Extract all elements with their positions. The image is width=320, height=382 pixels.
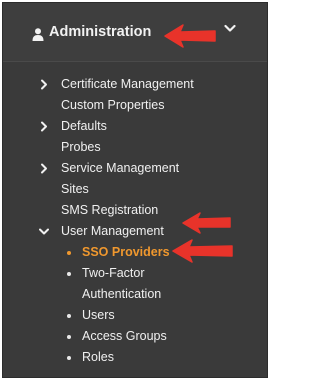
chevron-right-icon [41, 121, 47, 132]
menu-item-service-management[interactable]: Service Management [3, 158, 267, 179]
chevron-down-icon[interactable] [224, 24, 236, 34]
chevron-right-icon [41, 79, 47, 90]
menu-item-user-management[interactable]: User Management [3, 221, 267, 242]
admin-sidebar-panel: Administration Certificate Management Cu… [2, 2, 268, 378]
menu-item-sms-registration[interactable]: SMS Registration [3, 200, 267, 221]
submenu-item-label: Access Groups [82, 329, 167, 343]
menu-item-label: SMS Registration [61, 203, 159, 217]
menu-item-certificate-management[interactable]: Certificate Management [3, 74, 267, 95]
menu-item-sites[interactable]: Sites [3, 179, 267, 200]
bullet-icon [67, 272, 71, 276]
administration-title: Administration [49, 24, 152, 40]
user-icon [32, 28, 44, 41]
submenu-item-label: SSO Providers [82, 245, 170, 259]
menu-item-label: Probes [61, 140, 101, 154]
submenu-item-label: Two-Factor Authentication [82, 266, 162, 301]
menu-item-label: Sites [61, 182, 89, 196]
submenu-item-access-groups[interactable]: Access Groups [3, 326, 267, 347]
menu-item-defaults[interactable]: Defaults [3, 116, 267, 137]
menu-item-probes[interactable]: Probes [3, 137, 267, 158]
submenu-item-users[interactable]: Users [3, 305, 267, 326]
submenu-item-two-factor-authentication[interactable]: Two-Factor Authentication [3, 263, 267, 305]
chevron-down-icon [39, 228, 49, 235]
bullet-icon [67, 251, 71, 255]
menu-item-custom-properties[interactable]: Custom Properties [3, 95, 267, 116]
bullet-icon [67, 356, 71, 360]
submenu-item-label: Roles [82, 350, 114, 364]
bullet-icon [67, 335, 71, 339]
chevron-right-icon [41, 163, 47, 174]
administration-header[interactable]: Administration [3, 3, 267, 62]
menu-item-label: Defaults [61, 119, 107, 133]
submenu-item-roles[interactable]: Roles [3, 347, 267, 368]
submenu-item-sso-providers[interactable]: SSO Providers [3, 242, 267, 263]
admin-menu: Certificate Management Custom Properties… [3, 74, 267, 368]
menu-item-label: Custom Properties [61, 98, 165, 112]
menu-item-label: Certificate Management [61, 77, 194, 91]
menu-item-label: Service Management [61, 161, 180, 175]
bullet-icon [67, 314, 71, 318]
menu-item-label: User Management [61, 224, 164, 238]
submenu-item-label: Users [82, 308, 115, 322]
